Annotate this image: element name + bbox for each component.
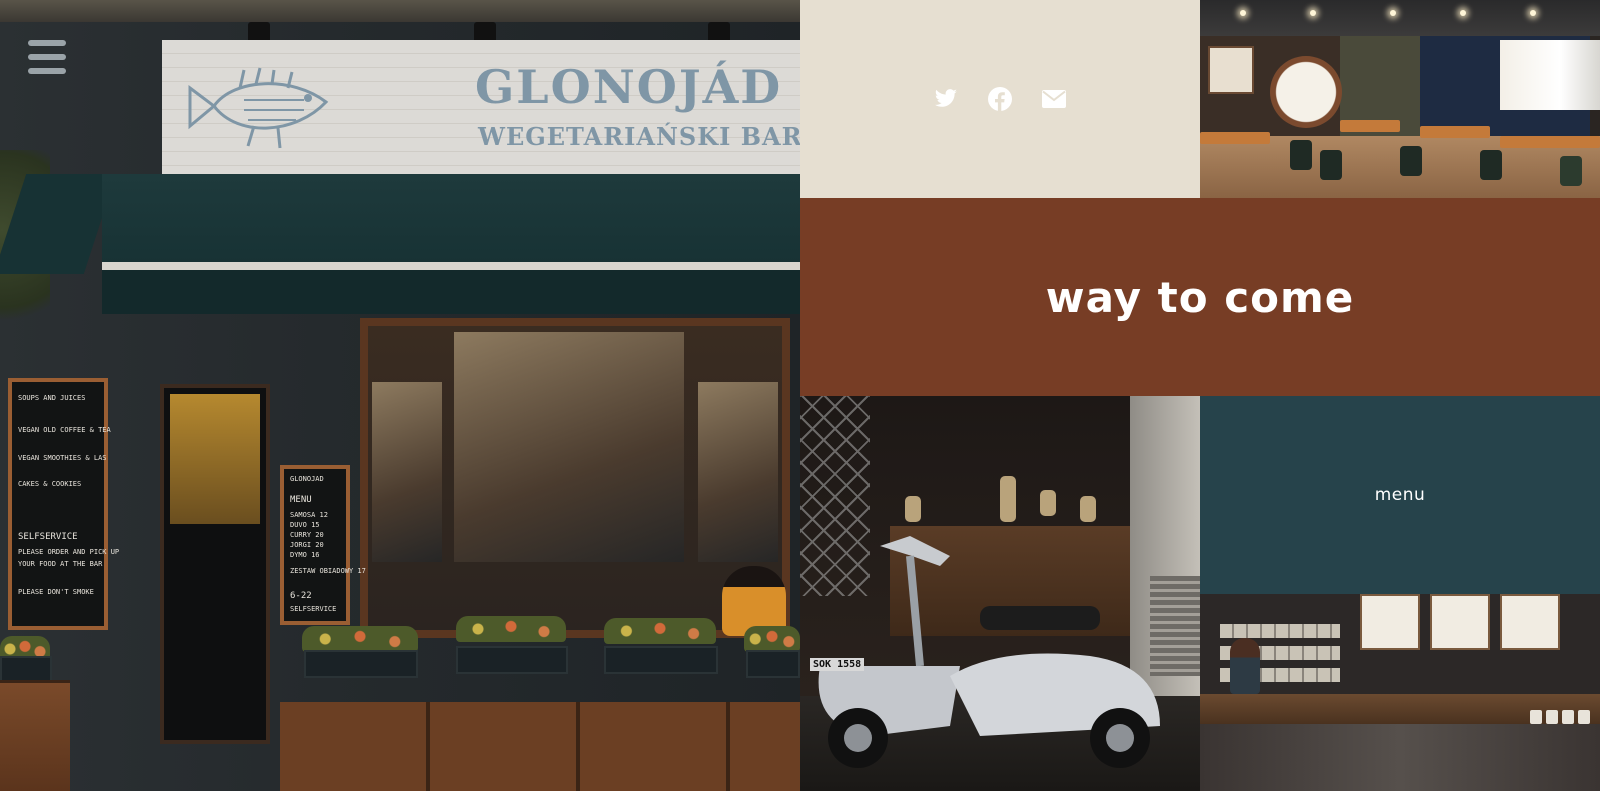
scooter-icon: [818, 536, 1160, 768]
planter: [604, 646, 718, 674]
sign-title: GLONOJÁD: [475, 60, 783, 114]
table: [1500, 136, 1600, 148]
planter: [304, 650, 418, 678]
menu-board: [1360, 594, 1420, 650]
ceiling-light: [1530, 10, 1536, 16]
board-line: 6-22: [290, 591, 312, 601]
hamburger-menu-icon[interactable]: [26, 38, 68, 76]
chair: [1400, 146, 1422, 176]
email-icon[interactable]: [1042, 87, 1066, 111]
door-glass: [170, 394, 260, 524]
window: [1500, 40, 1600, 110]
board-line: DYMO 16: [290, 551, 320, 559]
shelf: [1220, 624, 1340, 638]
board-line: JORGI 20: [290, 541, 324, 549]
ceiling-light: [1460, 10, 1466, 16]
board-line: VEGAN SMOOTHIES & LAS: [18, 454, 107, 462]
flower-box: [302, 626, 418, 652]
cup: [1562, 710, 1574, 724]
chair: [1320, 150, 1342, 180]
window-pane: [454, 332, 684, 562]
menu-link[interactable]: menu: [1200, 396, 1600, 594]
board-line: PLEASE DON'T SMOKE: [18, 588, 94, 596]
flower-box: [604, 618, 716, 644]
chair: [1290, 140, 1312, 170]
facebook-icon[interactable]: [988, 87, 1012, 111]
menu-bar: [28, 68, 66, 74]
board-line: MENU: [290, 495, 312, 505]
fish-logo-icon: [188, 67, 329, 149]
cafe-counter-photo: [1200, 594, 1600, 791]
wall-clock-icon: [1270, 56, 1342, 128]
board-line: CAKES & COOKIES: [18, 480, 82, 488]
wooden-bench: [280, 702, 800, 791]
hero-title-block: way to come: [800, 198, 1600, 396]
wall-poster: [1208, 46, 1254, 94]
chair: [1480, 150, 1502, 180]
awning: [102, 174, 800, 266]
menu-bar: [28, 40, 66, 46]
barista: [1230, 638, 1260, 694]
awning-valance: [102, 270, 800, 314]
roof: [0, 0, 800, 22]
vase: [1040, 490, 1056, 516]
flower-box: [744, 626, 800, 652]
twitter-icon[interactable]: [934, 87, 958, 111]
menu-board: [1500, 594, 1560, 650]
board-line: PLEASE ORDER AND PICK UP: [18, 548, 120, 556]
chalkboard-menu: GLONOJAD MENU SAMOSA 12 DUVO 15 CURRY 20…: [280, 465, 366, 625]
social-links: [800, 0, 1200, 198]
board-line: SOUPS AND JUICES: [18, 394, 86, 402]
shop-sign: GLONOJÁD WEGETARIAŃSKI BAR: [162, 40, 800, 174]
ceiling-light: [1310, 10, 1316, 16]
table: [1200, 132, 1270, 144]
vase: [1080, 496, 1096, 522]
scooter-photo: SOK 1558: [800, 396, 1200, 791]
cup: [1578, 710, 1590, 724]
board-line: DUVO 15: [290, 521, 320, 529]
board-line: SAMOSA 12: [290, 511, 328, 519]
board-line: VEGAN OLD COFFEE & TEA: [18, 426, 111, 434]
window-pane: [372, 382, 442, 562]
shop-door: [160, 384, 270, 744]
vase: [905, 496, 921, 522]
planter: [746, 650, 800, 678]
ceiling-light: [1240, 10, 1246, 16]
counter-front: [1200, 724, 1600, 791]
wooden-planter: [0, 680, 70, 791]
table: [1420, 126, 1490, 138]
flower-box: [456, 616, 566, 642]
menu-bar: [28, 54, 66, 60]
ceiling-light: [1390, 10, 1396, 16]
sign-subtitle: WEGETARIAŃSKI BAR: [478, 122, 800, 151]
license-plate: SOK 1558: [810, 658, 865, 671]
photo-grid: GLONOJÁD WEGETARIAŃSKI BAR SOUPS AND JUI…: [0, 0, 1600, 791]
menu-board: [1430, 594, 1490, 650]
vase: [1000, 476, 1016, 522]
board-line: YOUR FOOD AT THE BAR: [18, 560, 103, 568]
board-line: ZESTAW OBIADOWY 17: [290, 567, 366, 575]
planter: [456, 646, 568, 674]
storefront-photo: GLONOJÁD WEGETARIAŃSKI BAR SOUPS AND JUI…: [0, 0, 800, 791]
table: [1340, 120, 1400, 132]
ceiling: [1200, 0, 1600, 36]
board-line: SELFSERVICE: [290, 605, 337, 613]
board-line: SELFSERVICE: [18, 532, 78, 542]
chair: [1560, 156, 1582, 186]
cafe-interior-photo: [1200, 0, 1600, 198]
window-pane: [698, 382, 778, 562]
chalkboard-left: SOUPS AND JUICES VEGAN OLD COFFEE & TEA …: [8, 378, 119, 630]
board-line: GLONOJAD: [290, 475, 324, 483]
board-line: CURRY 20: [290, 531, 324, 539]
menu-label[interactable]: menu: [1375, 485, 1426, 505]
cup: [1546, 710, 1558, 724]
page-title: way to come: [1045, 272, 1355, 322]
cup: [1530, 710, 1542, 724]
awning-edge: [102, 262, 800, 270]
